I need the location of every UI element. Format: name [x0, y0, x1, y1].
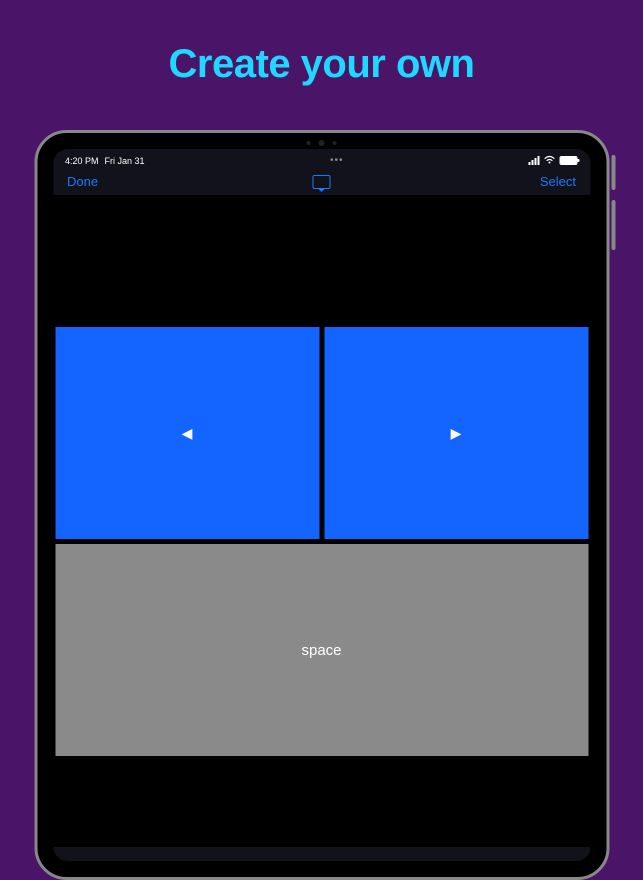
- select-button[interactable]: Select: [540, 174, 576, 189]
- wifi-icon: [544, 155, 556, 166]
- status-left: 4:20 PM Fri Jan 31: [65, 156, 145, 166]
- status-multitask-dots[interactable]: •••: [330, 155, 344, 166]
- status-bar: 4:20 PM Fri Jan 31 •••: [53, 149, 590, 168]
- airplay-icon: [313, 175, 331, 189]
- volume-buttons: [611, 200, 615, 250]
- ipad-bezel: 4:20 PM Fri Jan 31 •••: [34, 130, 609, 880]
- ipad-screen: 4:20 PM Fri Jan 31 •••: [53, 149, 590, 861]
- space-button[interactable]: space: [55, 544, 588, 756]
- status-date: Fri Jan 31: [105, 156, 145, 166]
- done-button[interactable]: Done: [67, 174, 98, 189]
- battery-icon: [560, 156, 578, 165]
- spacer-top: [53, 195, 590, 327]
- left-arrow-button[interactable]: ◀: [55, 327, 319, 539]
- camera-cluster: [307, 140, 337, 146]
- right-arrow-icon: ▶: [451, 425, 462, 442]
- space-label: space: [301, 642, 341, 659]
- signal-icon: [529, 156, 540, 165]
- page-headline: Create your own: [0, 0, 643, 87]
- ipad-frame: 4:20 PM Fri Jan 31 •••: [34, 130, 609, 880]
- arrow-button-row: ◀ ▶: [53, 327, 590, 539]
- airplay-button[interactable]: [313, 175, 331, 189]
- right-arrow-button[interactable]: ▶: [324, 327, 588, 539]
- left-arrow-icon: ◀: [182, 425, 193, 442]
- status-time: 4:20 PM: [65, 156, 99, 166]
- spacer-bottom: [53, 756, 590, 847]
- status-right: [529, 155, 578, 166]
- power-button: [611, 155, 615, 190]
- nav-bar: Done Select: [53, 168, 590, 195]
- content-area: ◀ ▶ space: [53, 195, 590, 847]
